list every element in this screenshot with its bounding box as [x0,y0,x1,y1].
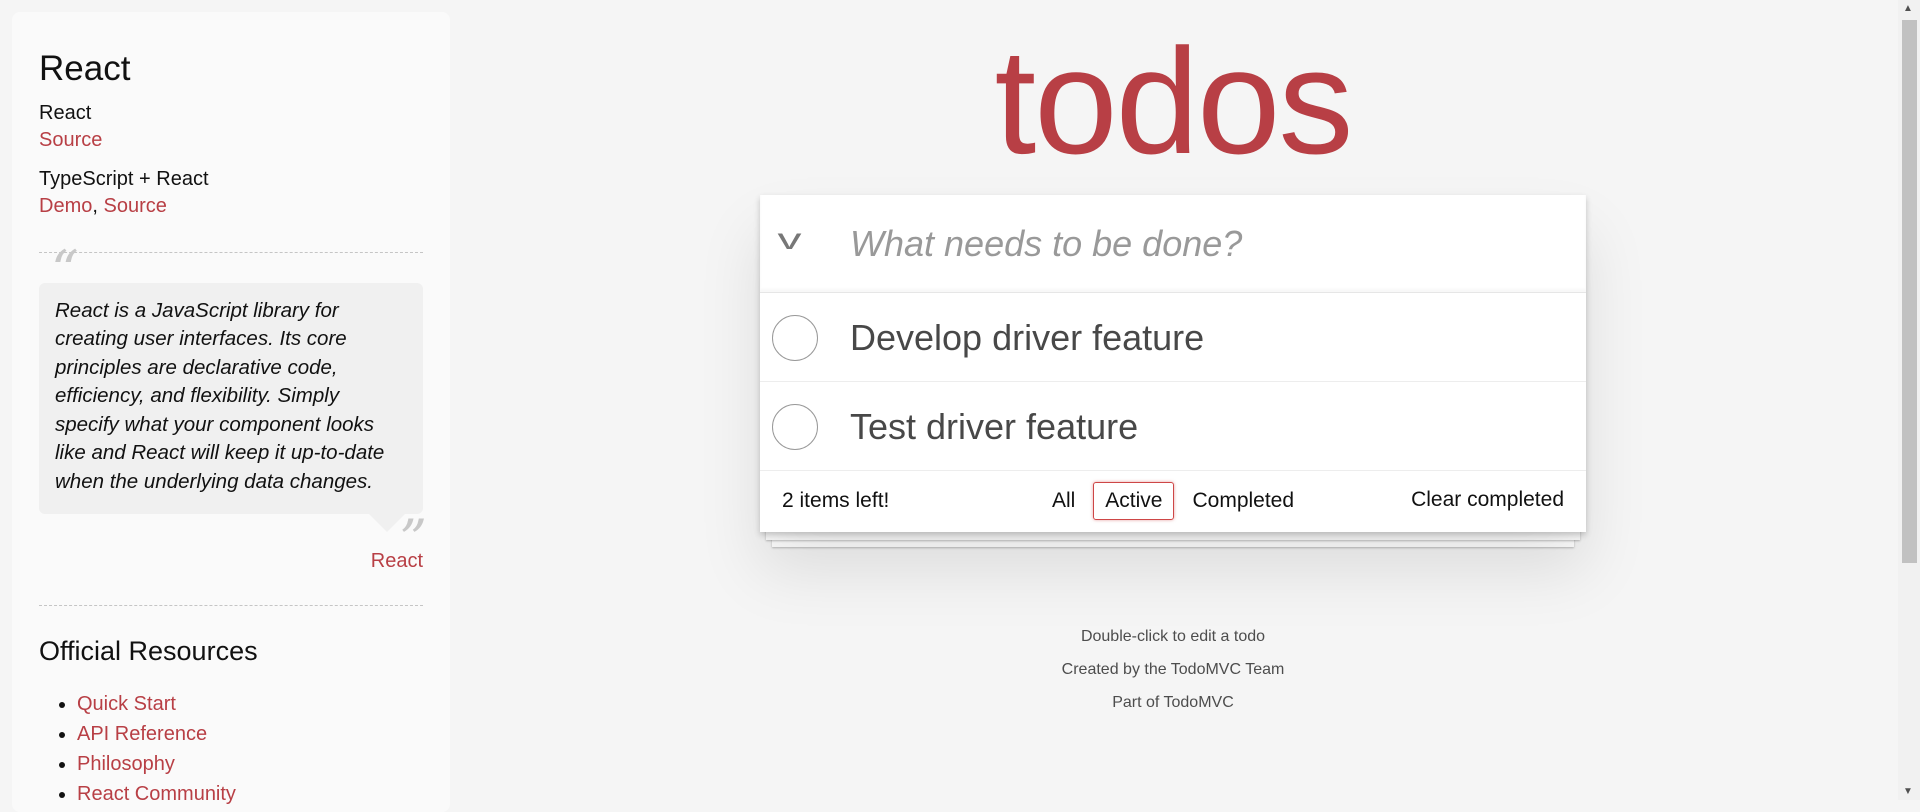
todo-item[interactable]: Test driver feature [760,382,1586,471]
example-react: React Source [39,100,423,154]
resources-title: Official Resources [39,636,258,666]
example-name: React [39,101,92,124]
list-item: Philosophy [77,749,423,779]
filter-completed[interactable]: Completed [1180,482,1306,520]
sidebar-title: React [39,49,131,88]
scrollbar-thumb[interactable] [1902,20,1917,563]
scroll-up-icon[interactable]: ▲ [1903,3,1913,14]
app-title: todos [994,17,1354,185]
scroll-down-icon[interactable]: ▼ [1903,786,1913,797]
new-todo-input[interactable] [850,195,1570,293]
source-link[interactable]: Source [103,195,166,217]
todo-label[interactable]: Develop driver feature [850,317,1204,359]
close-quote-icon: ” [399,507,427,571]
resources-list: Quick Start API Reference Philosophy Rea… [77,689,423,809]
quote-text: React is a JavaScript library for creati… [55,298,385,493]
info-credits: Created by the TodoMVC Team [1061,661,1285,678]
example-name: TypeScript + React [39,167,209,190]
divider [39,605,423,606]
open-quote-icon: “ [51,238,79,302]
quick-start-link[interactable]: Quick Start [77,693,176,715]
info-part-of: Part of TodoMVC [1112,694,1234,711]
info-edit-hint: Double-click to edit a todo [1080,628,1266,645]
filter-active[interactable]: Active [1093,482,1175,520]
list-item: Quick Start [77,689,423,719]
react-community-link[interactable]: React Community [77,783,236,805]
divider [39,251,423,253]
philosophy-link[interactable]: Philosophy [77,753,175,775]
todo-label[interactable]: Test driver feature [850,406,1138,448]
api-reference-link[interactable]: API Reference [77,723,207,745]
chevron-down-icon[interactable]: v [778,223,802,257]
sidebar: React React Source TypeScript + React De… [12,12,450,812]
list-item: React Community [77,779,423,809]
todo-checkbox[interactable] [772,404,818,450]
list-item: API Reference [77,719,423,749]
source-link[interactable]: Source [39,129,102,151]
new-todo-row: v [760,195,1586,293]
scrollbar[interactable]: ▲ ▼ [1898,0,1920,800]
example-typescript-react: TypeScript + React Demo, Source [39,166,423,220]
filter-all[interactable]: All [1040,482,1087,520]
todo-checkbox[interactable] [772,315,818,361]
todo-item[interactable]: Develop driver feature [760,293,1586,382]
todo-footer: 2 items left! All Active Completed Clear c… [760,471,1586,532]
demo-link[interactable]: Demo [39,195,92,217]
quote: “ React is a JavaScript library for crea… [39,243,427,566]
clear-completed-button[interactable]: Clear completed [1411,488,1564,512]
todo-app: v Develop driver feature Test driver fea… [760,195,1586,532]
